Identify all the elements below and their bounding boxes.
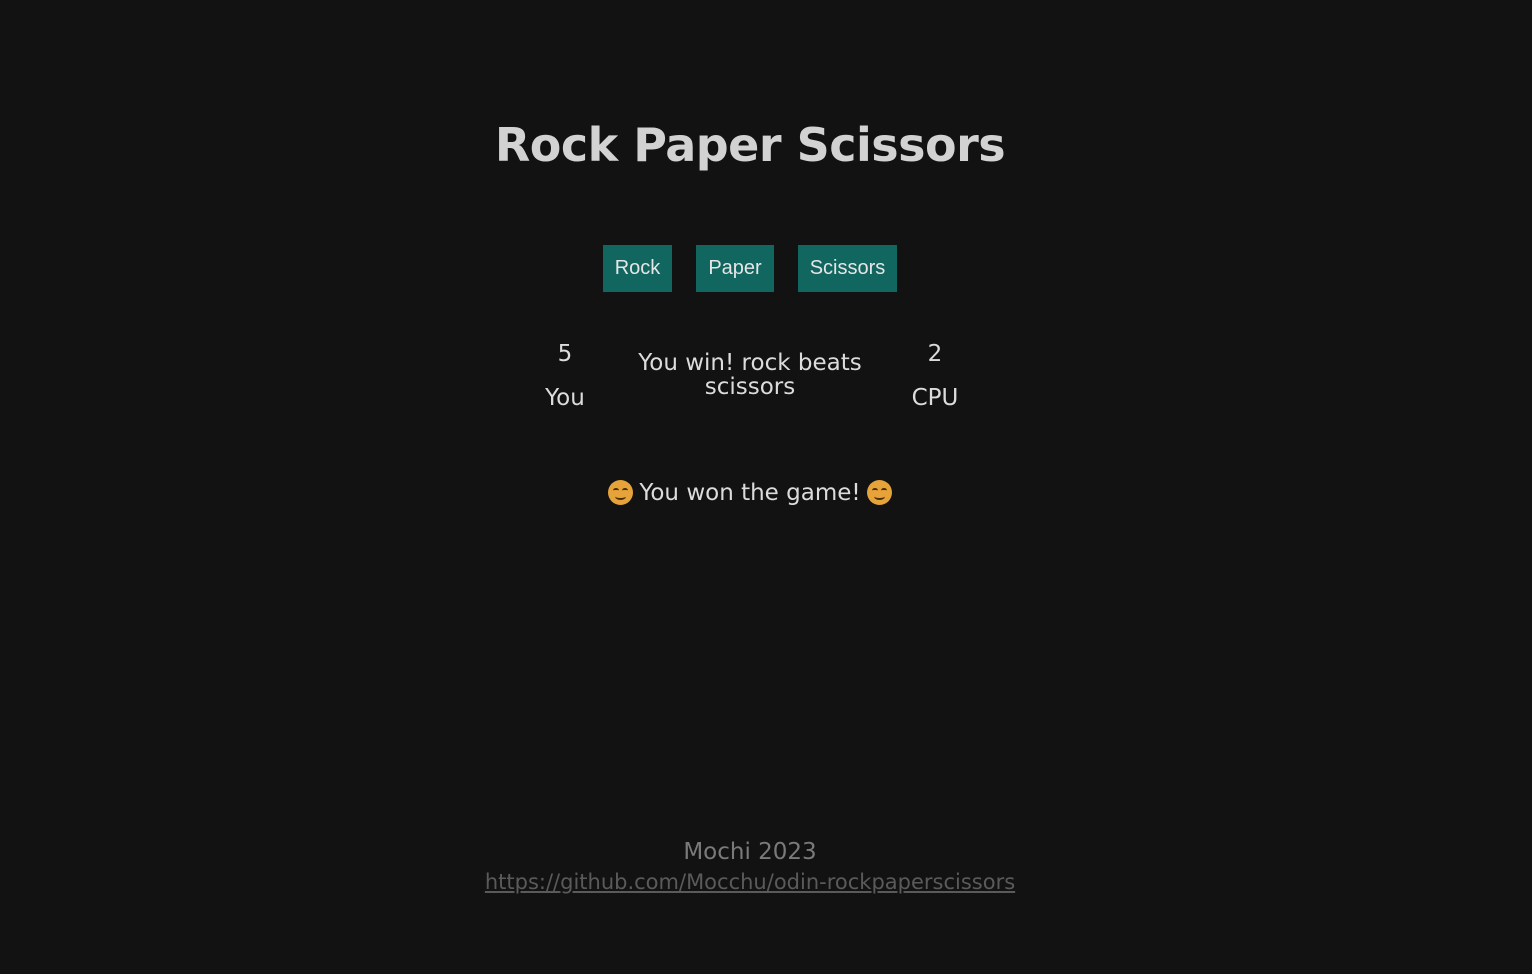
scissors-button[interactable]: Scissors [797, 245, 898, 292]
game-result-text: You won the game! [639, 480, 861, 506]
cpu-score-panel: 2 CPU [885, 336, 985, 412]
footer: Mochi 2023 https://github.com/Mocchu/odi… [0, 836, 1500, 894]
player-score-panel: 5 You [515, 336, 615, 412]
player-score: 5 [557, 341, 573, 367]
cpu-score: 2 [927, 341, 943, 367]
rock-button[interactable]: Rock [602, 245, 673, 292]
smiling-face-icon [866, 480, 892, 505]
player-label: You [545, 385, 585, 411]
footer-credit: Mochi 2023 [683, 839, 817, 865]
page-title: Rock Paper Scissors [494, 118, 1006, 172]
smiling-face-icon [608, 480, 634, 505]
cpu-label: CPU [911, 385, 959, 411]
choice-buttons: Rock Paper Scissors [0, 245, 1500, 292]
round-message: You win! rock beats scissors [638, 350, 862, 400]
game-page: Rock Paper Scissors Rock Paper Scissors … [0, 0, 1532, 974]
scoreboard: 5 You You win! rock beats scissors 2 CPU [0, 336, 1500, 412]
game-result: You won the game! [0, 480, 1500, 506]
github-link[interactable]: https://github.com/Mocchu/odin-rockpaper… [485, 870, 1015, 894]
paper-button[interactable]: Paper [696, 245, 774, 292]
